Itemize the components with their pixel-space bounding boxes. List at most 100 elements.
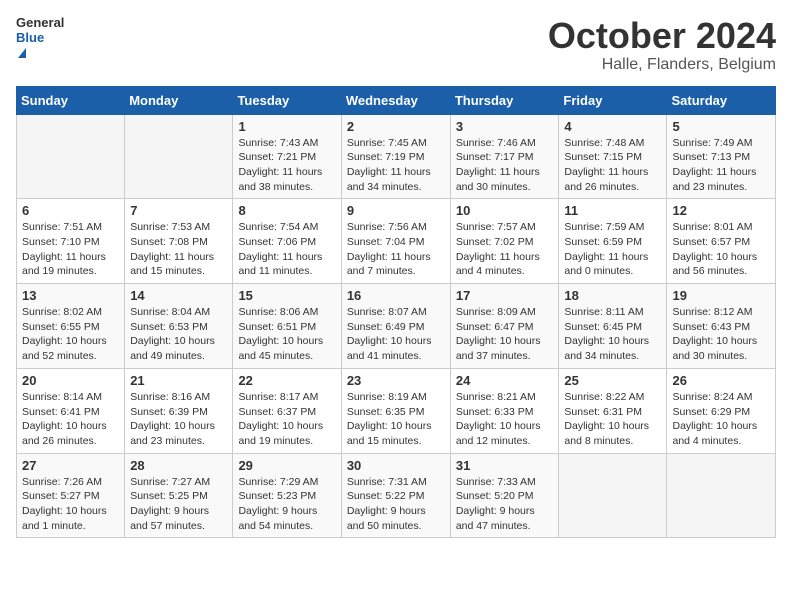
day-info: Sunrise: 8:01 AMSunset: 6:57 PMDaylight:… [672, 220, 770, 279]
calendar-day-cell: 7 Sunrise: 7:53 AMSunset: 7:08 PMDaylight… [125, 199, 233, 284]
day-info: Sunrise: 7:29 AMSunset: 5:23 PMDaylight:… [238, 475, 335, 534]
calendar-day-cell: 8 Sunrise: 7:54 AMSunset: 7:06 PMDaylight… [233, 199, 341, 284]
day-info: Sunrise: 8:22 AMSunset: 6:31 PMDaylight:… [564, 390, 661, 449]
calendar-table: Sunday Monday Tuesday Wednesday Thursday… [16, 86, 776, 539]
day-info: Sunrise: 8:11 AMSunset: 6:45 PMDaylight:… [564, 305, 661, 364]
day-info: Sunrise: 7:56 AMSunset: 7:04 PMDaylight:… [347, 220, 445, 279]
day-info: Sunrise: 8:12 AMSunset: 6:43 PMDaylight:… [672, 305, 770, 364]
day-number: 23 [347, 373, 445, 388]
calendar-day-cell: 29 Sunrise: 7:29 AMSunset: 5:23 PMDayligh… [233, 453, 341, 538]
day-info: Sunrise: 8:06 AMSunset: 6:51 PMDaylight:… [238, 305, 335, 364]
day-number: 16 [347, 288, 445, 303]
title-section: October 2024 Halle, Flanders, Belgium [548, 16, 776, 74]
calendar-day-cell: 21 Sunrise: 8:16 AMSunset: 6:39 PMDayligh… [125, 368, 233, 453]
calendar-subtitle: Halle, Flanders, Belgium [548, 56, 776, 74]
calendar-day-cell: 26Sunrise: 8:24 AMSunset: 6:29 PMDayligh… [667, 368, 776, 453]
header-sunday: Sunday [17, 86, 125, 114]
day-info: Sunrise: 8:04 AMSunset: 6:53 PMDaylight:… [130, 305, 227, 364]
day-number: 6 [22, 203, 119, 218]
calendar-day-cell [559, 453, 667, 538]
calendar-week-row: 27 Sunrise: 7:26 AMSunset: 5:27 PMDayligh… [17, 453, 776, 538]
day-number: 10 [456, 203, 554, 218]
day-info: Sunrise: 8:07 AMSunset: 6:49 PMDaylight:… [347, 305, 445, 364]
day-info: Sunrise: 7:27 AMSunset: 5:25 PMDaylight:… [130, 475, 227, 534]
header-friday: Friday [559, 86, 667, 114]
calendar-week-row: 1 Sunrise: 7:43 AMSunset: 7:21 PMDaylight… [17, 114, 776, 199]
calendar-week-row: 20 Sunrise: 8:14 AMSunset: 6:41 PMDayligh… [17, 368, 776, 453]
day-number: 17 [456, 288, 554, 303]
calendar-day-cell: 17Sunrise: 8:09 AMSunset: 6:47 PMDayligh… [450, 284, 559, 369]
day-info: Sunrise: 8:24 AMSunset: 6:29 PMDaylight:… [672, 390, 770, 449]
weekday-header-row: Sunday Monday Tuesday Wednesday Thursday… [17, 86, 776, 114]
calendar-day-cell: 30 Sunrise: 7:31 AMSunset: 5:22 PMDayligh… [341, 453, 450, 538]
calendar-day-cell [17, 114, 125, 199]
day-number: 27 [22, 458, 119, 473]
header-wednesday: Wednesday [341, 86, 450, 114]
calendar-day-cell: 19 Sunrise: 8:12 AMSunset: 6:43 PMDayligh… [667, 284, 776, 369]
day-info: Sunrise: 8:17 AMSunset: 6:37 PMDaylight:… [238, 390, 335, 449]
day-number: 19 [672, 288, 770, 303]
day-info: Sunrise: 7:33 AMSunset: 5:20 PMDaylight:… [456, 475, 554, 534]
day-info: Sunrise: 7:31 AMSunset: 5:22 PMDaylight:… [347, 475, 445, 534]
page-header: General Blue October 2024 Halle, Flander… [16, 16, 776, 74]
day-number: 25 [564, 373, 661, 388]
calendar-day-cell: 13 Sunrise: 8:02 AMSunset: 6:55 PMDayligh… [17, 284, 125, 369]
day-number: 21 [130, 373, 227, 388]
day-info: Sunrise: 8:02 AMSunset: 6:55 PMDaylight:… [22, 305, 119, 364]
day-number: 9 [347, 203, 445, 218]
calendar-day-cell: 10 Sunrise: 7:57 AMSunset: 7:02 PMDayligh… [450, 199, 559, 284]
calendar-day-cell: 1 Sunrise: 7:43 AMSunset: 7:21 PMDaylight… [233, 114, 341, 199]
calendar-day-cell: 24Sunrise: 8:21 AMSunset: 6:33 PMDayligh… [450, 368, 559, 453]
day-number: 30 [347, 458, 445, 473]
day-info: Sunrise: 7:26 AMSunset: 5:27 PMDaylight:… [22, 475, 119, 534]
day-info: Sunrise: 7:59 AMSunset: 6:59 PMDaylight:… [564, 220, 661, 279]
calendar-day-cell [667, 453, 776, 538]
day-number: 13 [22, 288, 119, 303]
day-info: Sunrise: 8:14 AMSunset: 6:41 PMDaylight:… [22, 390, 119, 449]
day-info: Sunrise: 7:43 AMSunset: 7:21 PMDaylight:… [238, 136, 335, 195]
day-info: Sunrise: 7:57 AMSunset: 7:02 PMDaylight:… [456, 220, 554, 279]
day-number: 20 [22, 373, 119, 388]
day-number: 8 [238, 203, 335, 218]
day-info: Sunrise: 7:51 AMSunset: 7:10 PMDaylight:… [22, 220, 119, 279]
day-info: Sunrise: 8:19 AMSunset: 6:35 PMDaylight:… [347, 390, 445, 449]
header-saturday: Saturday [667, 86, 776, 114]
day-info: Sunrise: 7:46 AMSunset: 7:17 PMDaylight:… [456, 136, 554, 195]
calendar-day-cell: 18Sunrise: 8:11 AMSunset: 6:45 PMDayligh… [559, 284, 667, 369]
day-number: 12 [672, 203, 770, 218]
calendar-day-cell: 23 Sunrise: 8:19 AMSunset: 6:35 PMDayligh… [341, 368, 450, 453]
day-number: 3 [456, 119, 554, 134]
day-number: 15 [238, 288, 335, 303]
day-number: 22 [238, 373, 335, 388]
calendar-day-cell: 6 Sunrise: 7:51 AMSunset: 7:10 PMDaylight… [17, 199, 125, 284]
calendar-day-cell: 22 Sunrise: 8:17 AMSunset: 6:37 PMDayligh… [233, 368, 341, 453]
logo: General Blue [16, 16, 52, 52]
calendar-day-cell: 28 Sunrise: 7:27 AMSunset: 5:25 PMDayligh… [125, 453, 233, 538]
calendar-day-cell: 20 Sunrise: 8:14 AMSunset: 6:41 PMDayligh… [17, 368, 125, 453]
day-info: Sunrise: 7:48 AMSunset: 7:15 PMDaylight:… [564, 136, 661, 195]
calendar-day-cell: 14 Sunrise: 8:04 AMSunset: 6:53 PMDayligh… [125, 284, 233, 369]
day-number: 28 [130, 458, 227, 473]
day-number: 5 [672, 119, 770, 134]
day-number: 31 [456, 458, 554, 473]
day-info: Sunrise: 7:53 AMSunset: 7:08 PMDaylight:… [130, 220, 227, 279]
day-number: 29 [238, 458, 335, 473]
day-number: 7 [130, 203, 227, 218]
calendar-day-cell: 27 Sunrise: 7:26 AMSunset: 5:27 PMDayligh… [17, 453, 125, 538]
calendar-day-cell: 5 Sunrise: 7:49 AMSunset: 7:13 PMDaylight… [667, 114, 776, 199]
calendar-day-cell: 16 Sunrise: 8:07 AMSunset: 6:49 PMDayligh… [341, 284, 450, 369]
calendar-day-cell: 4Sunrise: 7:48 AMSunset: 7:15 PMDaylight… [559, 114, 667, 199]
day-info: Sunrise: 8:16 AMSunset: 6:39 PMDaylight:… [130, 390, 227, 449]
day-number: 1 [238, 119, 335, 134]
day-info: Sunrise: 7:49 AMSunset: 7:13 PMDaylight:… [672, 136, 770, 195]
calendar-day-cell: 12 Sunrise: 8:01 AMSunset: 6:57 PMDayligh… [667, 199, 776, 284]
day-info: Sunrise: 8:21 AMSunset: 6:33 PMDaylight:… [456, 390, 554, 449]
day-number: 14 [130, 288, 227, 303]
day-info: Sunrise: 7:54 AMSunset: 7:06 PMDaylight:… [238, 220, 335, 279]
header-tuesday: Tuesday [233, 86, 341, 114]
day-info: Sunrise: 7:45 AMSunset: 7:19 PMDaylight:… [347, 136, 445, 195]
calendar-day-cell: 15 Sunrise: 8:06 AMSunset: 6:51 PMDayligh… [233, 284, 341, 369]
header-monday: Monday [125, 86, 233, 114]
header-thursday: Thursday [450, 86, 559, 114]
day-number: 2 [347, 119, 445, 134]
